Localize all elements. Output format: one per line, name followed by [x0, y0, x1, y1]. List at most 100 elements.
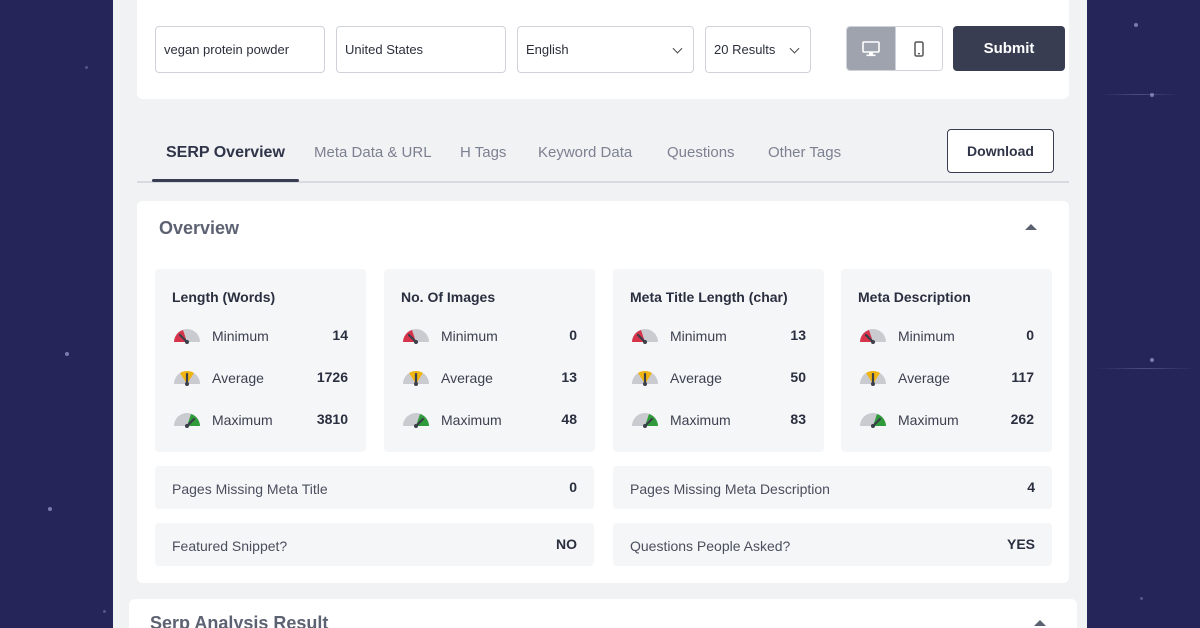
stat-title: Meta Title Length (char)	[630, 289, 788, 305]
keyword-input-field[interactable]	[155, 26, 325, 73]
stat-row-maximum: Maximum 3810	[172, 409, 348, 431]
keyword-input[interactable]	[164, 42, 324, 57]
serp-analysis-section: Serp Analysis Result	[129, 599, 1077, 628]
stat-label: Average	[670, 370, 722, 386]
gauge-min-icon	[174, 329, 200, 344]
info-label: Questions People Asked?	[630, 538, 791, 554]
stat-title: Length (Words)	[172, 289, 276, 305]
stat-label: Maximum	[898, 412, 959, 428]
language-select-value: English	[526, 42, 569, 57]
stat-label: Maximum	[212, 412, 273, 428]
desktop-icon	[861, 40, 880, 56]
country-input-field[interactable]	[336, 26, 506, 73]
tab-questions[interactable]: Questions	[667, 144, 735, 161]
mobile-button[interactable]	[894, 27, 942, 70]
stat-row-maximum: Maximum 48	[401, 409, 577, 431]
tab-meta-data-url[interactable]: Meta Data & URL	[314, 144, 432, 161]
stat-card-no-of-images: No. Of Images Minimum 0 Average 13 Maxim…	[384, 269, 595, 452]
language-select[interactable]: English	[517, 26, 694, 73]
stat-title: No. Of Images	[401, 289, 496, 305]
gauge-avg-icon	[403, 370, 429, 386]
download-button[interactable]: Download	[947, 129, 1054, 173]
stat-card-meta-title-length: Meta Title Length (char) Minimum 13 Aver…	[613, 269, 824, 452]
tab-bar: SERP Overview Meta Data & URL H Tags Key…	[137, 128, 1069, 183]
serp-analysis-title: Serp Analysis Result	[150, 613, 329, 628]
stat-value: 83	[790, 411, 806, 427]
info-label: Pages Missing Meta Title	[172, 481, 328, 497]
stat-label: Minimum	[212, 328, 269, 344]
info-value: 4	[1027, 479, 1035, 495]
stat-label: Minimum	[670, 328, 727, 344]
stat-label: Average	[898, 370, 950, 386]
info-value: YES	[1006, 536, 1035, 552]
stat-row-average: Average 13	[401, 367, 577, 389]
stat-label: Minimum	[441, 328, 498, 344]
gauge-max-icon	[174, 413, 200, 428]
tab-keyword-data[interactable]: Keyword Data	[538, 144, 632, 161]
gauge-avg-icon	[860, 370, 886, 386]
stat-value: 13	[561, 369, 577, 385]
gauge-min-icon	[632, 329, 658, 344]
stat-row-minimum: Minimum 0	[401, 325, 577, 347]
stat-value: 0	[569, 327, 577, 343]
overview-section: Overview Length (Words) Minimum 14 Avera…	[137, 201, 1069, 583]
gauge-max-icon	[403, 413, 429, 428]
stat-row-average: Average 1726	[172, 367, 348, 389]
stat-title: Meta Description	[858, 289, 971, 305]
stat-value: 13	[790, 327, 806, 343]
info-pages-missing-meta-description: Pages Missing Meta Description 4	[613, 466, 1052, 509]
stat-card-length-words: Length (Words) Minimum 14 Average 1726 M…	[155, 269, 366, 452]
submit-button[interactable]: Submit	[953, 26, 1065, 71]
collapse-caret-icon[interactable]	[1034, 620, 1046, 626]
results-select[interactable]: 20 Results	[705, 26, 811, 73]
gauge-max-icon	[860, 413, 886, 428]
stat-value: 48	[561, 411, 577, 427]
info-label: Pages Missing Meta Description	[630, 481, 830, 497]
gauge-max-icon	[632, 413, 658, 428]
active-tab-indicator	[152, 179, 299, 182]
info-value: NO	[556, 536, 577, 552]
stat-row-maximum: Maximum 83	[630, 409, 806, 431]
stat-row-average: Average 117	[858, 367, 1034, 389]
mobile-icon	[914, 40, 924, 57]
stat-value: 50	[790, 369, 806, 385]
gauge-min-icon	[403, 329, 429, 344]
chevron-down-icon	[672, 43, 683, 54]
stat-value: 1726	[316, 369, 348, 385]
country-input[interactable]	[345, 42, 505, 57]
search-form: English 20 Results Submit	[137, 0, 1069, 99]
stat-value: 0	[1026, 327, 1034, 343]
desktop-button[interactable]	[847, 27, 895, 70]
results-select-value: 20 Results	[714, 42, 776, 57]
stat-value: 3810	[316, 411, 348, 427]
stat-label: Maximum	[670, 412, 731, 428]
stat-value: 117	[1011, 369, 1034, 385]
info-questions-people-asked: Questions People Asked? YES	[613, 523, 1052, 566]
gauge-avg-icon	[632, 370, 658, 386]
stat-row-minimum: Minimum 14	[172, 325, 348, 347]
device-toggle	[846, 26, 943, 71]
stat-card-meta-description: Meta Description Minimum 0 Average 117 M…	[841, 269, 1052, 452]
info-label: Featured Snippet?	[172, 538, 288, 554]
stat-value: 14	[332, 327, 348, 343]
stat-row-minimum: Minimum 13	[630, 325, 806, 347]
stat-row-minimum: Minimum 0	[858, 325, 1034, 347]
stat-value: 262	[1010, 411, 1034, 427]
tab-h-tags[interactable]: H Tags	[460, 144, 506, 161]
collapse-caret-icon[interactable]	[1025, 224, 1037, 230]
overview-title: Overview	[159, 218, 240, 238]
chevron-down-icon	[789, 43, 800, 54]
stat-label: Maximum	[441, 412, 502, 428]
stat-label: Average	[441, 370, 493, 386]
tab-serp-overview[interactable]: SERP Overview	[166, 144, 285, 162]
gauge-avg-icon	[174, 370, 200, 386]
stat-label: Minimum	[898, 328, 955, 344]
stat-label: Average	[212, 370, 264, 386]
info-featured-snippet: Featured Snippet? NO	[155, 523, 594, 566]
info-value: 0	[569, 479, 577, 495]
tab-other-tags[interactable]: Other Tags	[768, 144, 841, 161]
stat-row-average: Average 50	[630, 367, 806, 389]
info-pages-missing-meta-title: Pages Missing Meta Title 0	[155, 466, 594, 509]
gauge-min-icon	[860, 329, 886, 344]
stat-row-maximum: Maximum 262	[858, 409, 1034, 431]
